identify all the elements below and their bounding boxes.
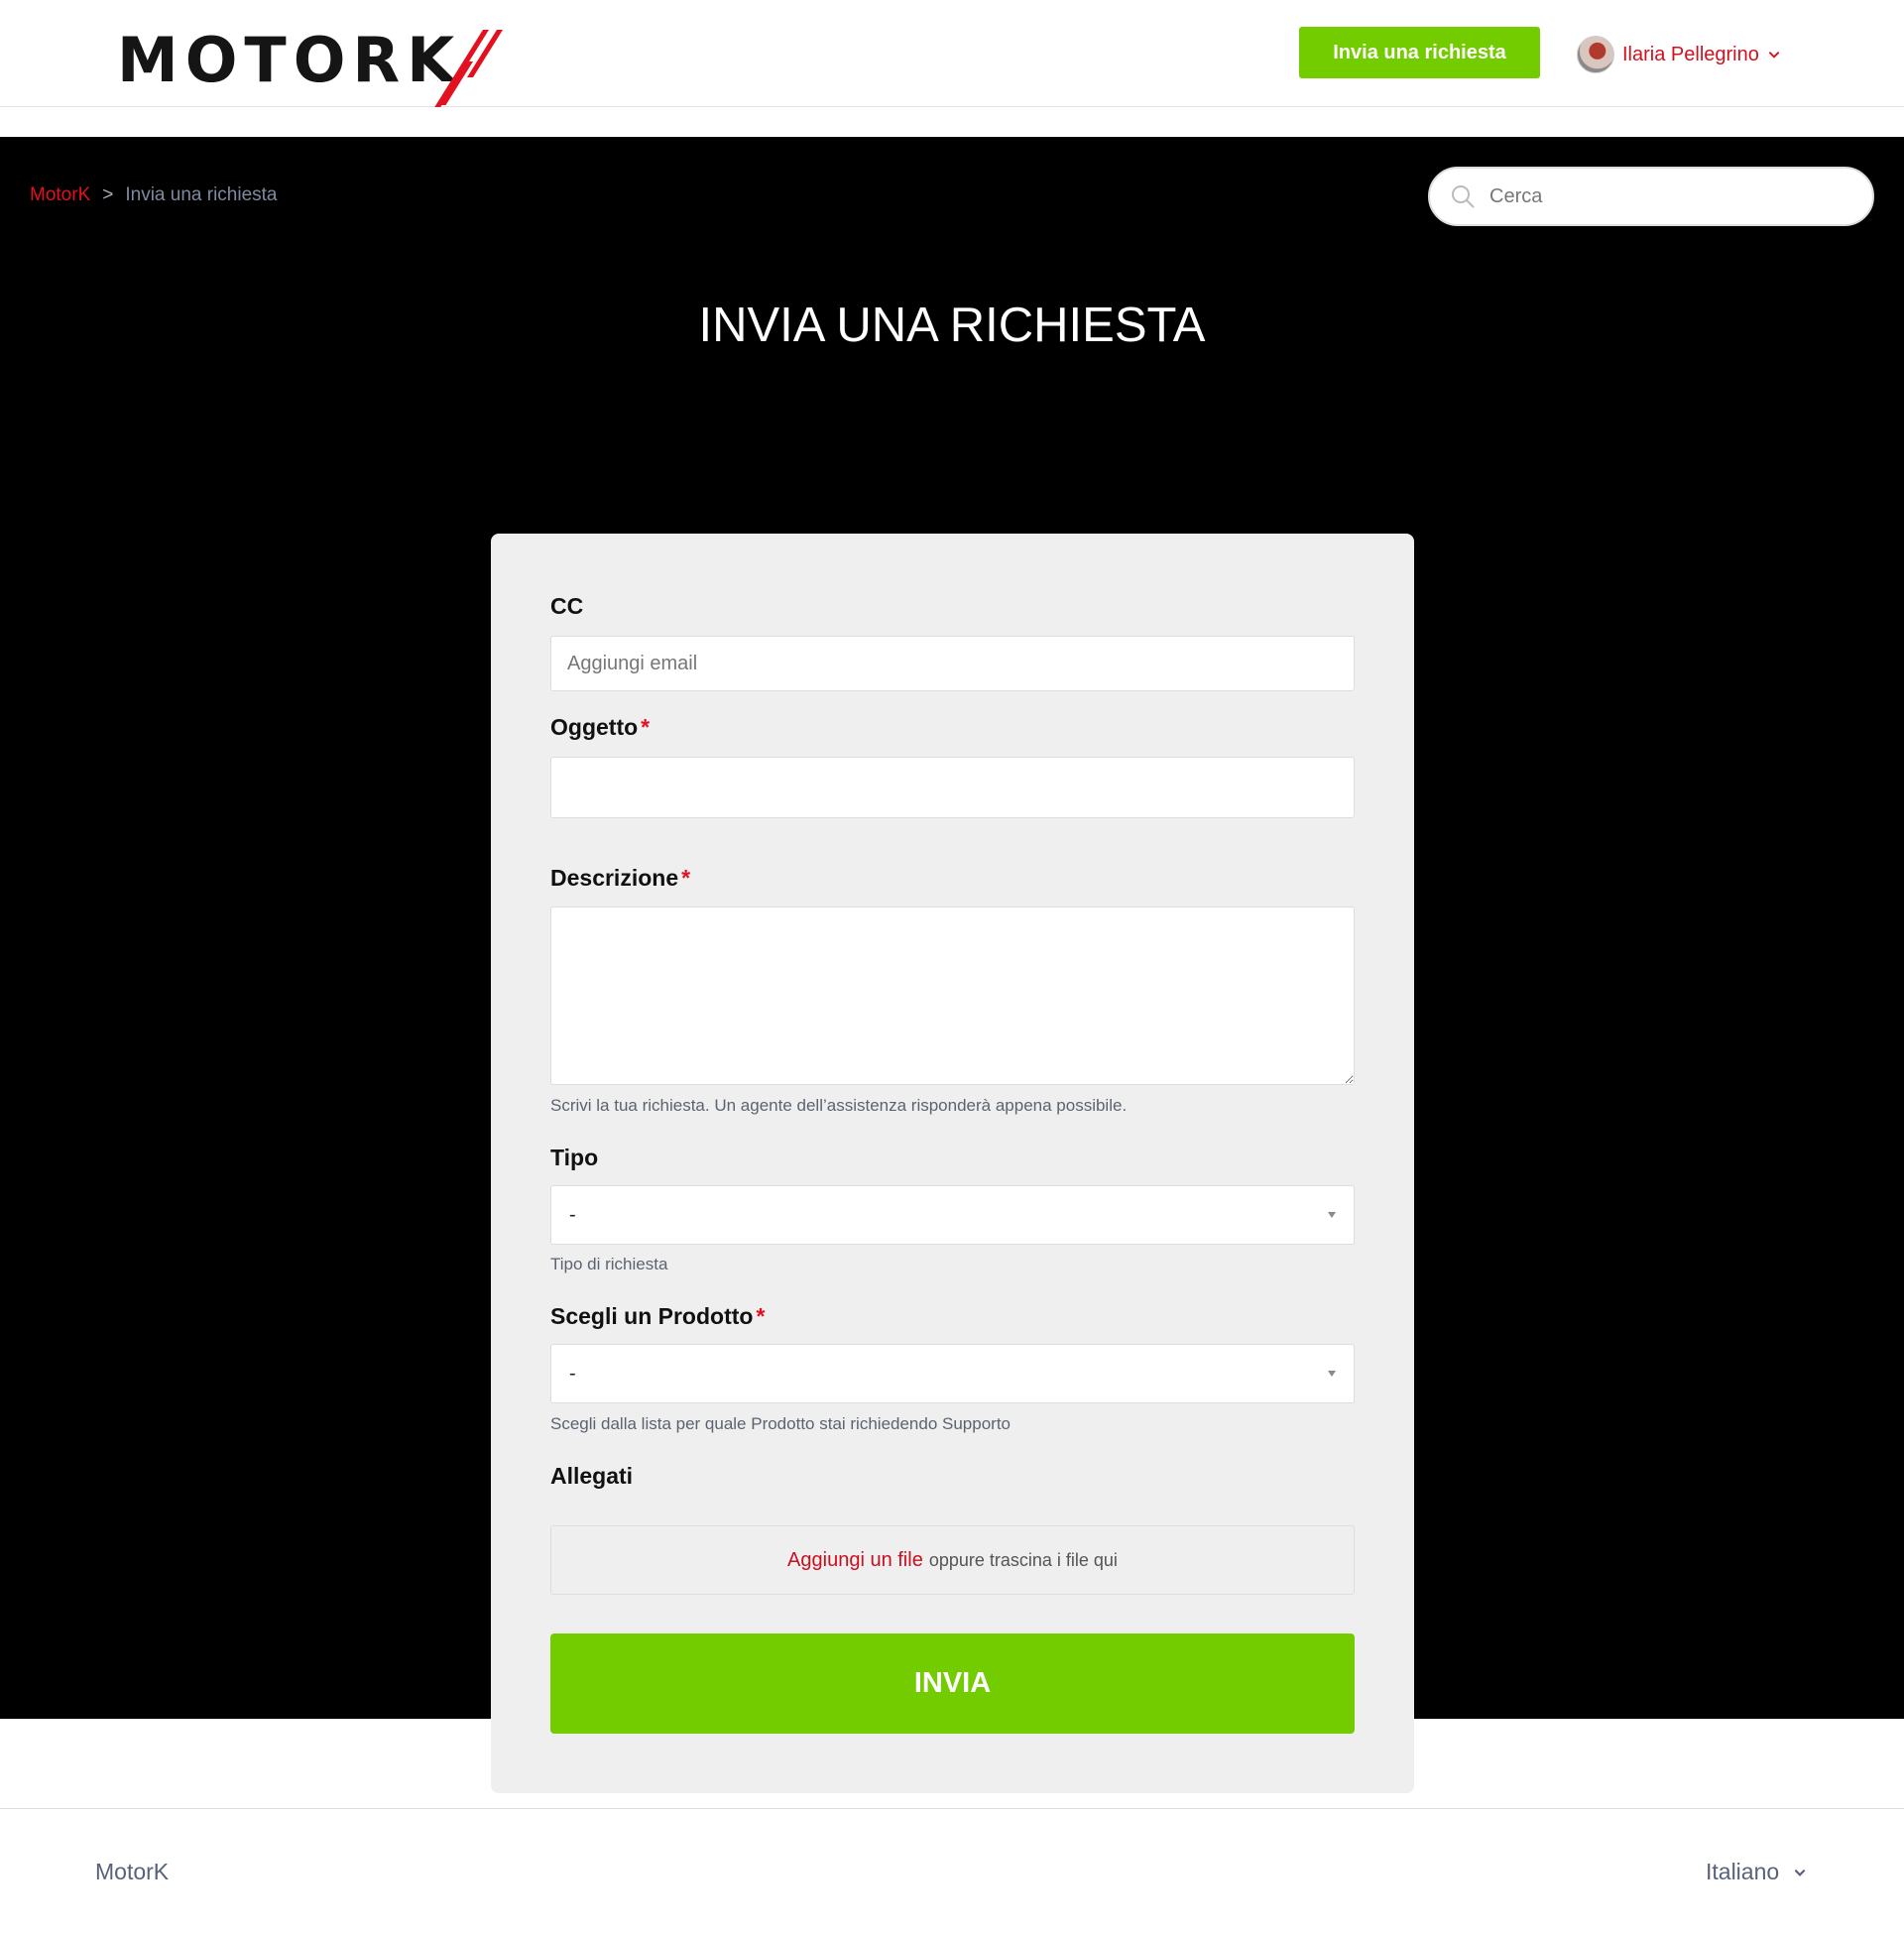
hero-section: MotorK > Invia una richiesta INVIA UNA R… — [0, 137, 1904, 1793]
attachments-dropzone[interactable]: Aggiungi un file oppure trascina i file … — [550, 1525, 1355, 1595]
submit-request-header-button[interactable]: Invia una richiesta — [1299, 27, 1540, 78]
drop-files-text: oppure trascina i file qui — [928, 1549, 1118, 1570]
add-file-link[interactable]: Aggiungi un file — [787, 1549, 923, 1572]
user-menu[interactable]: Ilaria Pellegrino — [1577, 36, 1781, 73]
dropdown-caret-icon — [1328, 1371, 1336, 1377]
type-label: Tipo — [550, 1145, 599, 1170]
logo-text: MOTORK — [117, 24, 462, 96]
product-hint: Scegli dalla lista per quale Prodotto st… — [550, 1414, 1012, 1433]
breadcrumb-separator: > — [102, 184, 114, 205]
search-input[interactable] — [1489, 184, 1846, 208]
breadcrumb-current: Invia una richiesta — [125, 184, 278, 205]
site-footer: MotorK Italiano — [0, 1808, 1904, 1934]
page-title: INVIA UNA RICHIESTA — [698, 299, 1206, 352]
type-hint: Tipo di richiesta — [550, 1255, 668, 1273]
request-form: CC Oggetto* Descrizione* Scrivi la tua r… — [491, 534, 1414, 1793]
attachments-label: Allegati — [550, 1463, 634, 1489]
motork-logo[interactable]: MOTORK — [117, 28, 511, 109]
submit-button[interactable]: INVIA — [550, 1633, 1355, 1734]
avatar — [1577, 36, 1614, 73]
breadcrumb: MotorK > Invia una richiesta — [30, 184, 278, 206]
description-textarea[interactable] — [550, 907, 1355, 1085]
chevron-down-icon — [1768, 52, 1780, 59]
logo-slash-marks-icon — [434, 28, 511, 109]
type-selected-value: - — [569, 1203, 576, 1226]
dropdown-caret-icon — [1328, 1212, 1336, 1218]
product-select[interactable]: - — [550, 1344, 1355, 1403]
breadcrumb-home-link[interactable]: MotorK — [30, 184, 90, 206]
cc-email-input[interactable] — [550, 636, 1355, 691]
description-label: Descrizione * — [550, 865, 691, 891]
footer-brand-link[interactable]: MotorK — [95, 1859, 169, 1885]
site-header: MOTORK Invia una richiesta Ilaria Pelleg… — [0, 0, 1904, 107]
type-select[interactable]: - — [550, 1185, 1355, 1245]
description-hint: Scrivi la tua richiesta. Un agente dell’… — [550, 1096, 1128, 1115]
chevron-down-icon — [1794, 1869, 1806, 1876]
product-label: Scegli un Prodotto * — [550, 1303, 766, 1329]
search-box — [1428, 167, 1874, 226]
subject-label: Oggetto * — [550, 714, 651, 740]
language-selector[interactable]: Italiano — [1706, 1859, 1807, 1885]
language-label: Italiano — [1706, 1859, 1780, 1884]
user-name: Ilaria Pellegrino — [1622, 43, 1759, 65]
cc-label: CC — [550, 593, 584, 619]
search-icon — [1452, 185, 1475, 208]
subject-input[interactable] — [550, 757, 1355, 818]
product-selected-value: - — [569, 1362, 576, 1385]
